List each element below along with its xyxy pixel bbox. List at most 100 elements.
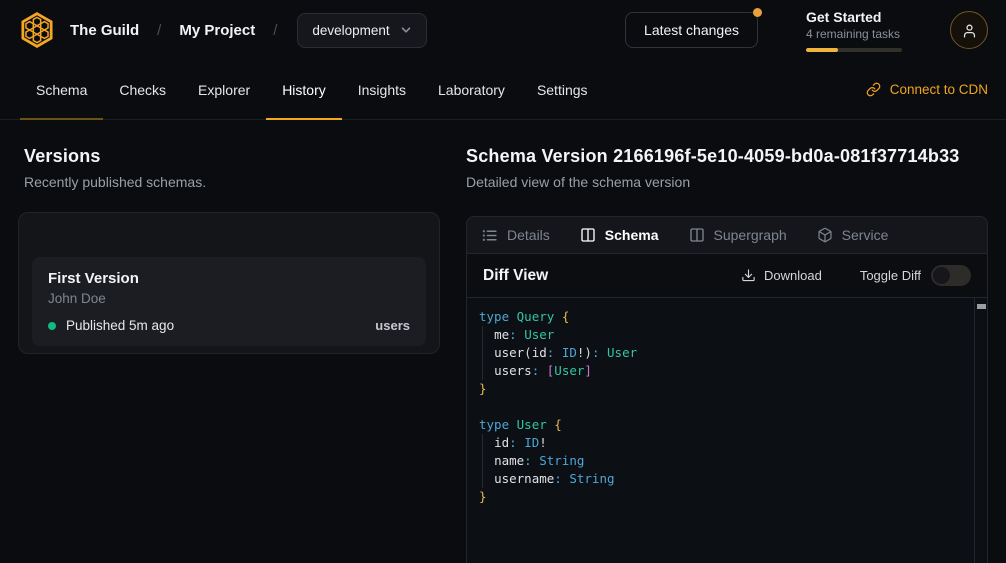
link-icon: [866, 82, 881, 97]
code-line: users: [User]: [479, 362, 973, 380]
detail-tab-label: Supergraph: [714, 227, 787, 243]
breadcrumb-project[interactable]: My Project: [179, 22, 255, 39]
download-label: Download: [764, 268, 822, 283]
connect-to-cdn-label: Connect to CDN: [890, 82, 988, 97]
code-lines: type Query { me: User user(id: ID!): Use…: [479, 308, 973, 506]
nav-tab-laboratory[interactable]: Laboratory: [422, 60, 521, 119]
nav-tab-explorer[interactable]: Explorer: [182, 60, 266, 119]
chevron-down-icon: [400, 24, 412, 36]
latest-changes-button[interactable]: Latest changes: [625, 12, 758, 48]
version-author: John Doe: [48, 291, 410, 306]
code-line: type User {: [479, 416, 973, 434]
code-line: user(id: ID!): User: [479, 344, 973, 362]
code-line: type Query {: [479, 308, 973, 326]
get-started-progressbar: [806, 48, 902, 52]
nav-tab-insights[interactable]: Insights: [342, 60, 422, 119]
nav-tabs: Schema Checks Explorer History Insights Labor…: [20, 60, 604, 119]
main-content: Versions Recently published schemas. Fir…: [0, 120, 1006, 563]
nav-tab-underline: [182, 118, 266, 120]
get-started-progress-fill: [806, 48, 838, 52]
indent-guide: [482, 434, 483, 452]
code-line: me: User: [479, 326, 973, 344]
get-started-widget[interactable]: Get Started 4 remaining tasks: [806, 9, 902, 52]
indent-guide: [482, 362, 483, 380]
schema-code-viewer: type Query { me: User user(id: ID!): Use…: [467, 298, 987, 563]
published-status-dot: [48, 322, 56, 330]
detail-tab-details[interactable]: Details: [481, 227, 550, 244]
toggle-diff-switch[interactable]: [931, 265, 971, 286]
code-line: [479, 398, 973, 416]
versions-panel: Versions Recently published schemas. Fir…: [18, 120, 440, 563]
connect-to-cdn-button[interactable]: Connect to CDN: [866, 60, 988, 119]
version-status: Published 5m ago: [66, 318, 174, 333]
indent-guide: [482, 326, 483, 344]
nav-tab-label: Laboratory: [438, 82, 505, 98]
toggle-diff-label: Toggle Diff: [860, 268, 921, 283]
code-scrollbar[interactable]: [974, 298, 987, 563]
nav-tab-settings[interactable]: Settings: [521, 60, 604, 119]
nav-tab-label: History: [282, 82, 326, 98]
nav-tab-underline: [521, 118, 604, 120]
version-name: First Version: [48, 270, 410, 287]
download-icon: [741, 268, 756, 283]
app-header: The Guild / My Project / development Lat…: [0, 0, 1006, 60]
code-line: id: ID!: [479, 434, 973, 452]
detail-tab-schema[interactable]: Schema: [580, 227, 659, 243]
nav-tab-label: Settings: [537, 82, 588, 98]
code-line: }: [479, 380, 973, 398]
version-detail-title: Schema Version 2166196f-5e10-4059-bd0a-0…: [466, 146, 988, 167]
download-button[interactable]: Download: [741, 268, 822, 283]
target-selector[interactable]: development: [297, 13, 426, 48]
detail-tab-supergraph[interactable]: Supergraph: [689, 227, 787, 243]
columns-icon: [689, 227, 705, 243]
code-line: }: [479, 488, 973, 506]
breadcrumb: The Guild / My Project /: [70, 22, 277, 39]
versions-title: Versions: [24, 146, 440, 167]
versions-subtitle: Recently published schemas.: [24, 174, 440, 190]
detail-tab-service[interactable]: Service: [817, 227, 889, 243]
nav-tab-underline: [266, 118, 342, 121]
indent-guide: [482, 452, 483, 470]
primary-nav: Schema Checks Explorer History Insights Labor…: [0, 60, 1006, 120]
list-icon: [481, 227, 498, 244]
target-selector-value: development: [312, 23, 389, 38]
version-detail-panel: Schema Version 2166196f-5e10-4059-bd0a-0…: [466, 120, 988, 563]
version-list: First Version John Doe Published 5m ago use…: [32, 257, 426, 346]
nav-tab-history[interactable]: History: [266, 60, 342, 119]
breadcrumb-separator: /: [157, 22, 161, 39]
columns-icon: [580, 227, 596, 243]
breadcrumb-separator: /: [273, 22, 277, 39]
detail-tab-label: Service: [842, 227, 889, 243]
get-started-title: Get Started: [806, 9, 902, 25]
nav-tab-label: Checks: [119, 82, 166, 98]
version-list-item[interactable]: First Version John Doe Published 5m ago use…: [32, 257, 426, 346]
cube-icon: [817, 227, 833, 243]
user-avatar[interactable]: [950, 11, 988, 49]
nav-tab-label: Explorer: [198, 82, 250, 98]
version-service-badge: users: [375, 318, 410, 333]
nav-tab-label: Insights: [358, 82, 406, 98]
nav-tab-underline: [20, 118, 103, 120]
detail-tabs: Details Schema Supergraph Service: [467, 217, 987, 254]
diff-toolbar: Diff View Download Toggle Diff: [467, 254, 987, 298]
versions-card: First Version John Doe Published 5m ago use…: [18, 212, 440, 354]
nav-tab-underline: [103, 118, 182, 120]
scrollbar-thumb[interactable]: [977, 304, 986, 309]
breadcrumb-org[interactable]: The Guild: [70, 22, 139, 39]
indent-guide: [482, 344, 483, 362]
get-started-subtitle: 4 remaining tasks: [806, 27, 902, 41]
code-line: username: String: [479, 470, 973, 488]
detail-tab-label: Details: [507, 227, 550, 243]
nav-tab-checks[interactable]: Checks: [103, 60, 182, 119]
person-icon: [961, 22, 978, 39]
version-detail-subtitle: Detailed view of the schema version: [466, 174, 988, 190]
toggle-knob: [933, 267, 950, 284]
detail-panel: Details Schema Supergraph Service Diff View…: [466, 216, 988, 563]
hive-logo[interactable]: [18, 11, 56, 49]
nav-tab-label: Schema: [36, 82, 87, 98]
nav-tab-underline: [342, 118, 422, 120]
nav-tab-underline: [422, 118, 521, 120]
diff-view-title: Diff View: [483, 267, 548, 285]
code-line: name: String: [479, 452, 973, 470]
nav-tab-schema[interactable]: Schema: [20, 60, 103, 119]
